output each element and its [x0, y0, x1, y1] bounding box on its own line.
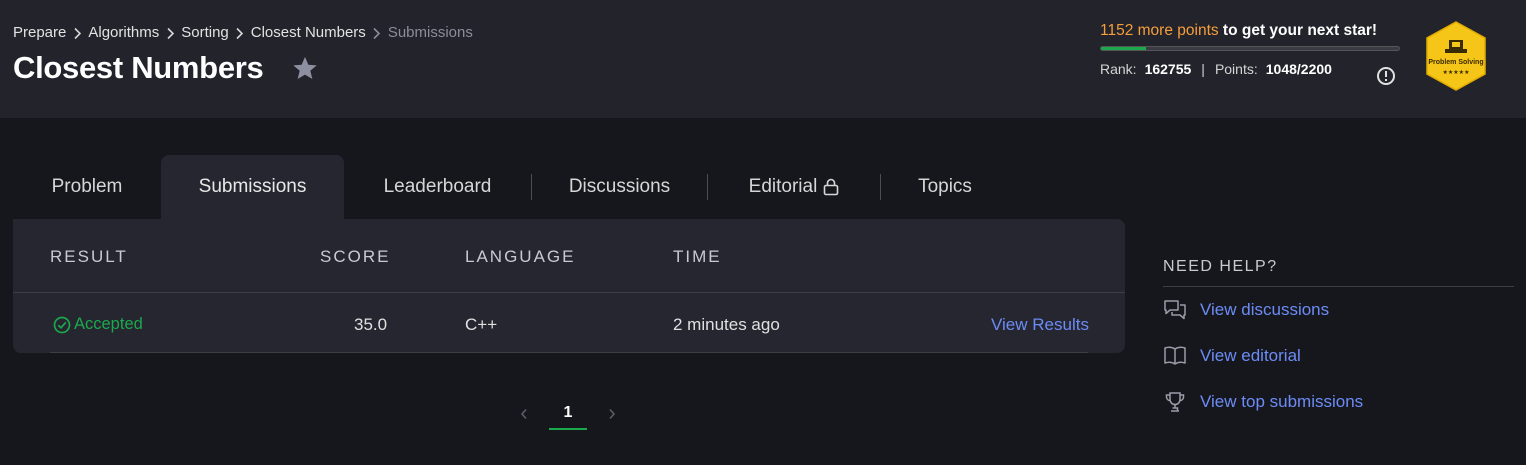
help-link-label: View discussions: [1200, 300, 1330, 319]
breadcrumb-sorting[interactable]: Sorting: [181, 24, 229, 41]
result-status: Accepted: [53, 315, 143, 334]
progress-fill: [1101, 47, 1146, 50]
points-needed: 1152 more points: [1100, 22, 1219, 39]
breadcrumb-prepare[interactable]: Prepare: [13, 24, 66, 41]
points-suffix: to get your next star!: [1218, 22, 1378, 39]
pagination: 1: [516, 398, 620, 430]
bookmark-star-icon[interactable]: [291, 54, 319, 82]
check-circle-icon: [53, 316, 71, 333]
tab-discussions[interactable]: Discussions: [532, 155, 707, 219]
table-row: Accepted 35.0 C++ 2 minutes ago View Res…: [13, 294, 1125, 353]
result-label: Accepted: [74, 315, 143, 333]
rank-label: Rank:: [1100, 61, 1137, 77]
header: Prepare Algorithms Sorting Closest Numbe…: [0, 0, 1526, 118]
trophy-icon: [1163, 390, 1187, 414]
time-value: 2 minutes ago: [673, 315, 780, 334]
points-message: 1152 more points to get your next star!: [1100, 22, 1400, 40]
breadcrumb-algorithms[interactable]: Algorithms: [88, 24, 159, 41]
column-header-result: RESULT: [50, 247, 128, 266]
tab-topics[interactable]: Topics: [881, 155, 1009, 219]
row-divider: [50, 352, 1088, 353]
tab-label: Discussions: [568, 176, 671, 197]
badge-stars: ★★★★★: [1443, 69, 1470, 76]
rank-stats: Rank: 162755 | Points: 1048/2200: [1100, 61, 1400, 77]
column-header-language: LANGUAGE: [465, 247, 576, 266]
view-editorial-link[interactable]: View editorial: [1163, 333, 1514, 379]
chevron-left-icon[interactable]: [516, 404, 532, 424]
tab-bar: Problem Submissions Leaderboard Discussi…: [13, 155, 1009, 219]
rank-value: 162755: [1144, 61, 1192, 77]
page-number[interactable]: 1: [549, 398, 587, 430]
book-icon: [1163, 344, 1187, 368]
chat-icon: [1163, 298, 1187, 322]
tab-leaderboard[interactable]: Leaderboard: [344, 155, 531, 219]
points-label: Points:: [1214, 61, 1258, 77]
breadcrumb-submissions: Submissions: [387, 24, 473, 41]
tab-label: Submissions: [198, 176, 307, 197]
stats-divider: |: [1201, 61, 1205, 77]
submissions-table: RESULT SCORE LANGUAGE TIME Accepted 35.0…: [13, 219, 1125, 353]
help-link-label: View editorial: [1200, 346, 1301, 365]
chevron-right-icon: [66, 24, 88, 41]
info-icon[interactable]: [1376, 66, 1396, 86]
table-header: RESULT SCORE LANGUAGE TIME: [13, 219, 1125, 293]
view-results-link[interactable]: View Results: [991, 315, 1089, 335]
language-value: C++: [465, 315, 498, 334]
breadcrumb-closest-numbers[interactable]: Closest Numbers: [251, 24, 366, 41]
need-help-panel: NEED HELP? View discussions View editori…: [1163, 258, 1514, 425]
chevron-right-icon: [159, 24, 181, 41]
tab-label: Leaderboard: [383, 176, 492, 197]
chevron-right-icon[interactable]: [604, 404, 620, 424]
tab-label: Editorial: [748, 176, 818, 197]
view-top-submissions-link[interactable]: View top submissions: [1163, 379, 1514, 425]
need-help-title: NEED HELP?: [1163, 258, 1514, 287]
badge-label: Problem Solving: [1428, 59, 1483, 66]
help-link-label: View top submissions: [1200, 392, 1364, 411]
tab-problem[interactable]: Problem: [13, 155, 161, 219]
tab-editorial[interactable]: Editorial: [708, 155, 880, 219]
progress-bar: [1100, 46, 1400, 51]
view-discussions-link[interactable]: View discussions: [1163, 287, 1514, 333]
points-value: 1048/2200: [1265, 61, 1332, 77]
tab-label: Topics: [918, 176, 972, 197]
tab-submissions[interactable]: Submissions: [161, 155, 344, 219]
problem-solving-badge[interactable]: Problem Solving ★★★★★: [1421, 20, 1491, 92]
tab-label: Problem: [51, 176, 123, 197]
chevron-right-icon: [366, 24, 388, 41]
chevron-right-icon: [229, 24, 251, 41]
lock-icon: [823, 178, 839, 196]
star-progress: 1152 more points to get your next star! …: [1100, 22, 1400, 77]
page-title: Closest Numbers: [13, 50, 264, 85]
score-value: 35.0: [354, 315, 388, 334]
breadcrumb: Prepare Algorithms Sorting Closest Numbe…: [13, 24, 473, 41]
column-header-time: TIME: [673, 247, 722, 266]
column-header-score: SCORE: [320, 247, 391, 266]
